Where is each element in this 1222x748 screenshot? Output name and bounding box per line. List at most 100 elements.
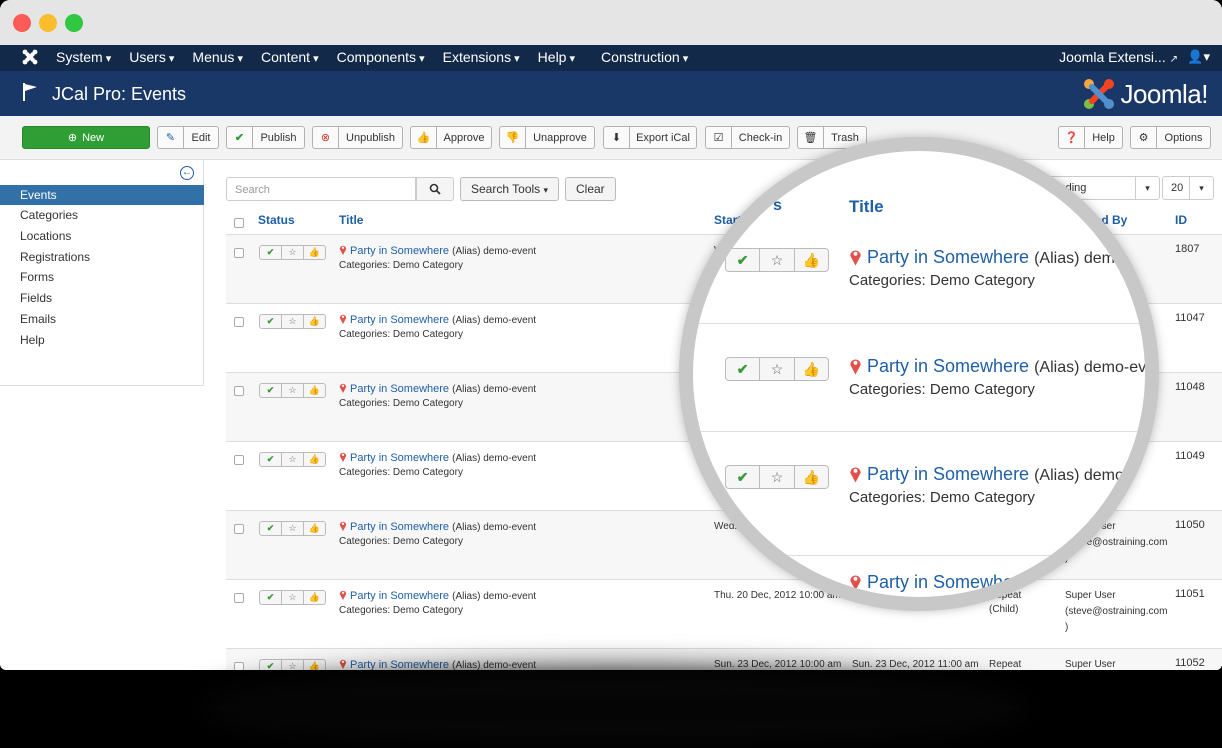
site-link[interactable]: Joomla Extensi... ↗ <box>1059 49 1178 65</box>
publish-label: Publish <box>260 131 297 144</box>
published-check-icon[interactable]: ✔ <box>260 246 282 259</box>
joomla-logo-icon[interactable] <box>21 48 39 66</box>
sidebar-item-forms[interactable]: Forms <box>0 267 204 287</box>
event-title-link[interactable]: Party in Somewhere (Alias) demo-event <box>339 588 536 602</box>
header-status[interactable]: Status <box>258 213 295 227</box>
options-button[interactable]: ⚙ Options <box>1130 126 1211 149</box>
header-id[interactable]: ID <box>1175 213 1187 227</box>
help-label: Help <box>1092 131 1115 144</box>
row-checkbox[interactable] <box>234 524 244 534</box>
approved-thumb-icon[interactable]: 👍 <box>304 591 325 604</box>
row-checkbox[interactable] <box>234 386 244 396</box>
event-title-link[interactable]: Party in Somewhere (Alias) demo-event <box>339 519 536 533</box>
menu-construction[interactable]: Construction <box>601 49 688 65</box>
event-category: Categories: Demo Category <box>339 329 463 340</box>
help-button[interactable]: ❓ Help <box>1058 126 1123 149</box>
maximize-window-button[interactable] <box>65 14 83 32</box>
limit-caret-icon: ▾ <box>1189 177 1213 199</box>
event-title-link[interactable]: Party in Somewhere (Alias) demo-event <box>339 312 536 326</box>
menu-extensions[interactable]: Extensions <box>443 49 520 65</box>
event-title-link[interactable]: Party in Somewhere (Alias) demo-event <box>339 243 536 257</box>
minimize-window-button[interactable] <box>39 14 57 32</box>
event-alias: (Alias) demo-event <box>452 384 537 395</box>
thumbs-up-icon: 👍 <box>411 127 437 148</box>
search-tools-button[interactable]: Search Tools ▾ <box>460 177 560 201</box>
featured-star-icon[interactable]: ☆ <box>282 522 304 535</box>
menu-content[interactable]: Content <box>261 49 319 65</box>
export-ical-button[interactable]: ⬇ Export iCal <box>603 126 697 149</box>
approve-button[interactable]: 👍 Approve <box>410 126 492 149</box>
featured-star-icon[interactable]: ☆ <box>282 453 304 466</box>
search-input[interactable]: Search <box>226 177 416 201</box>
featured-star-icon[interactable]: ☆ <box>282 591 304 604</box>
collapse-sidebar-icon[interactable]: ← <box>180 166 194 180</box>
event-title-link[interactable]: Party in Somewhere (Alias) demo-event <box>339 657 536 670</box>
event-title-link[interactable]: Party in Somewhere (Alias) demo-event <box>339 381 536 395</box>
magnifier-alias: (Alias) demo-event <box>1034 467 1159 484</box>
sidebar-item-registrations[interactable]: Registrations <box>0 247 204 267</box>
featured-star-icon[interactable]: ☆ <box>282 384 304 397</box>
unpublish-button[interactable]: ⊗ Unpublish <box>312 126 403 149</box>
approved-thumb-icon[interactable]: 👍 <box>304 315 325 328</box>
event-title-link[interactable]: Party in Somewhere (Alias) demo-event <box>339 450 536 464</box>
clear-button[interactable]: Clear <box>565 177 616 201</box>
check-icon: ✔ <box>227 127 253 148</box>
published-check-icon[interactable]: ✔ <box>260 522 282 535</box>
featured-star-icon: ☆ <box>760 466 795 488</box>
featured-star-icon[interactable]: ☆ <box>282 660 304 670</box>
map-pin-icon <box>339 452 347 462</box>
row-checkbox[interactable] <box>234 317 244 327</box>
published-check-icon[interactable]: ✔ <box>260 453 282 466</box>
joomla-brand: Joomla! <box>1082 77 1208 111</box>
sidebar-item-locations[interactable]: Locations <box>0 226 204 246</box>
sidebar-item-events[interactable]: Events <box>0 185 204 205</box>
event-alias: (Alias) demo-event <box>452 522 537 533</box>
published-check-icon[interactable]: ✔ <box>260 591 282 604</box>
sidebar-item-help[interactable]: Help <box>0 330 204 350</box>
publish-button[interactable]: ✔ Publish <box>226 126 305 149</box>
menu-users[interactable]: Users <box>129 49 174 65</box>
magnifier-category: Categories: Demo Category <box>849 272 1035 289</box>
magnifier-divider <box>693 431 1145 432</box>
sidebar-item-emails[interactable]: Emails <box>0 309 204 329</box>
approved-thumb-icon[interactable]: 👍 <box>304 384 325 397</box>
published-check-icon[interactable]: ✔ <box>260 384 282 397</box>
featured-star-icon[interactable]: ☆ <box>282 315 304 328</box>
menu-menus[interactable]: Menus <box>192 49 243 65</box>
new-button[interactable]: ⊕ New <box>22 126 150 149</box>
user-menu-icon[interactable]: 👤▾ <box>1187 49 1210 65</box>
select-all-checkbox[interactable] <box>234 218 244 228</box>
published-check-icon[interactable]: ✔ <box>260 660 282 670</box>
row-checkbox[interactable] <box>234 455 244 465</box>
approved-thumb-icon[interactable]: 👍 <box>304 660 325 670</box>
search-button[interactable] <box>416 177 454 201</box>
featured-star-icon[interactable]: ☆ <box>282 246 304 259</box>
check-in-button[interactable]: ☑ Check-in <box>705 126 790 149</box>
search-icon <box>429 183 441 195</box>
menu-help[interactable]: Help <box>538 49 575 65</box>
row-checkbox[interactable] <box>234 593 244 603</box>
sidebar-item-categories[interactable]: Categories <box>0 205 204 225</box>
approved-thumb-icon[interactable]: 👍 <box>304 453 325 466</box>
magnifier-title-text: Party in Somewhe <box>867 572 1014 592</box>
menu-components[interactable]: Components <box>337 49 425 65</box>
unapprove-button[interactable]: 👎 Unapprove <box>499 126 595 149</box>
list-limit-select[interactable]: 20 ▾ <box>1162 176 1214 200</box>
page-header: JCal Pro: Events Joomla! <box>0 71 1222 116</box>
event-category: Categories: Demo Category <box>339 398 463 409</box>
menu-system[interactable]: System <box>56 49 111 65</box>
approved-thumb-icon[interactable]: 👍 <box>304 522 325 535</box>
approved-thumb-icon: 👍 <box>802 360 821 377</box>
row-checkbox[interactable] <box>234 662 244 670</box>
sidebar-item-fields[interactable]: Fields <box>0 288 204 308</box>
edit-button[interactable]: ✎ Edit <box>157 126 219 149</box>
row-checkbox[interactable] <box>234 248 244 258</box>
magnifier-status-buttons: ✔ ☆ 👍 <box>725 465 829 489</box>
created-by-close: ) <box>1065 622 1069 633</box>
map-pin-icon <box>339 590 347 600</box>
published-check-icon[interactable]: ✔ <box>260 315 282 328</box>
header-title[interactable]: Title <box>339 213 363 227</box>
close-window-button[interactable] <box>13 14 31 32</box>
magnifier-status-buttons: ✔ ☆ 👍 <box>725 357 829 381</box>
approved-thumb-icon[interactable]: 👍 <box>304 246 325 259</box>
